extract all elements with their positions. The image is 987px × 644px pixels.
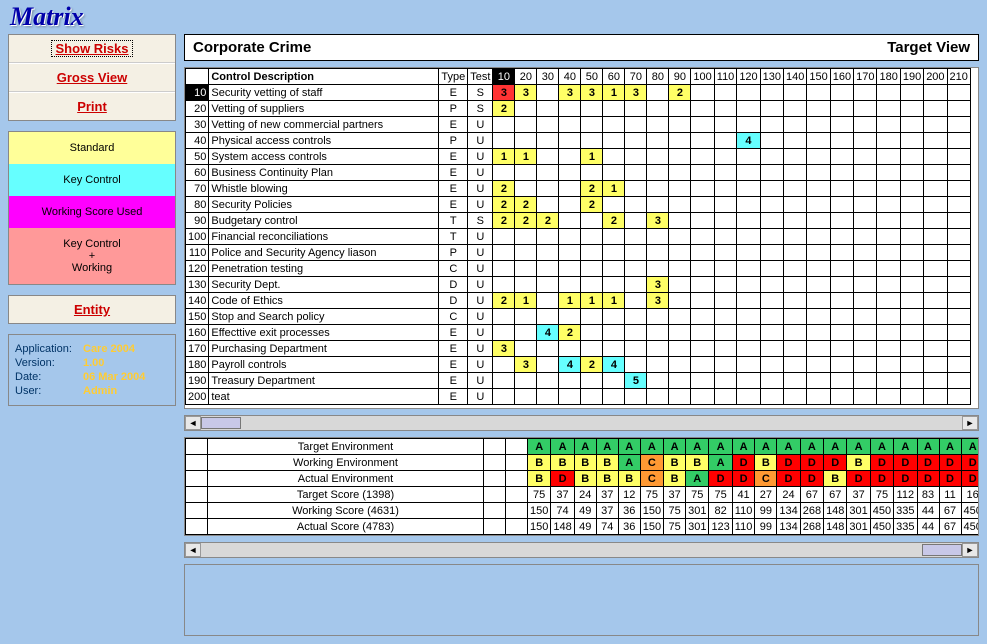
legend-working: Working Score Used xyxy=(9,196,175,228)
summary-row: Target Score (1398)753724371275377575412… xyxy=(186,487,980,503)
app-title: Matrix xyxy=(0,0,987,34)
table-row[interactable]: 180Payroll controlsEU3424 xyxy=(186,357,971,373)
scroll-left-icon[interactable]: ◄ xyxy=(185,416,201,430)
info-app-label: Application: xyxy=(15,343,77,355)
detail-area xyxy=(184,564,979,636)
main-area: Corporate Crime Target View Control Desc… xyxy=(184,34,979,636)
table-row[interactable]: 200teatEU xyxy=(186,389,971,405)
table-row[interactable]: 40Physical access controlsPU4 xyxy=(186,133,971,149)
table-row[interactable]: 130Security Dept.DU3 xyxy=(186,277,971,293)
legend-standard: Standard xyxy=(9,132,175,164)
table-row[interactable]: 150Stop and Search policyCU xyxy=(186,309,971,325)
scroll-right-icon[interactable]: ► xyxy=(962,416,978,430)
scroll-right-icon[interactable]: ► xyxy=(962,543,978,557)
table-row[interactable]: 30Vetting of new commercial partnersEU xyxy=(186,117,971,133)
info-ver-label: Version: xyxy=(15,357,77,369)
entity-button[interactable]: Entity xyxy=(9,296,175,323)
table-row[interactable]: 10Security vetting of staffES3333132 xyxy=(186,85,971,101)
info-user: Admin xyxy=(83,385,117,397)
table-row[interactable]: 70Whistle blowingEU221 xyxy=(186,181,971,197)
scroll-thumb[interactable] xyxy=(922,544,962,556)
grid-hscroll[interactable]: ◄ ► xyxy=(184,415,979,431)
info-user-label: User: xyxy=(15,385,77,397)
info-ver: 1.00 xyxy=(83,357,104,369)
header-right: Target View xyxy=(887,39,970,56)
summary-row: Working Score (4631)15074493736150753018… xyxy=(186,503,980,519)
info-date: 06 Mar 2004 xyxy=(83,371,145,383)
scroll-thumb[interactable] xyxy=(201,417,241,429)
table-row[interactable]: 170Purchasing DepartmentEU3 xyxy=(186,341,971,357)
table-row[interactable]: 190Treasury DepartmentEU5 xyxy=(186,373,971,389)
summary-hscroll[interactable]: ◄ ► xyxy=(184,542,979,558)
table-row[interactable]: 90Budgetary controlTS22223 xyxy=(186,213,971,229)
summary-row: Working EnvironmentBBBBACBBADBDDDBDDDDDD xyxy=(186,455,980,471)
matrix-grid[interactable]: Control DescriptionTypeTest1020304050607… xyxy=(184,67,979,409)
table-row[interactable]: 140Code of EthicsDU211113 xyxy=(186,293,971,309)
summary-grid[interactable]: Target EnvironmentAAAAAAAAAAAAAAAAAAAAAW… xyxy=(184,437,979,536)
table-row[interactable]: 120Penetration testingCU xyxy=(186,261,971,277)
table-row[interactable]: 20Vetting of suppliersPS2 xyxy=(186,101,971,117)
table-row[interactable]: 160Effecttive exit processesEU42 xyxy=(186,325,971,341)
legend-panel: Standard Key Control Working Score Used … xyxy=(8,131,176,285)
table-row[interactable]: 80Security PoliciesEU222 xyxy=(186,197,971,213)
legend-combo: Key Control + Working xyxy=(9,228,175,284)
action-panel: Show Risks Gross View Print xyxy=(8,34,176,121)
table-row[interactable]: 50System access controlsEU111 xyxy=(186,149,971,165)
summary-row: Target EnvironmentAAAAAAAAAAAAAAAAAAAAA xyxy=(186,439,980,455)
header-strip: Corporate Crime Target View xyxy=(184,34,979,61)
scroll-left-icon[interactable]: ◄ xyxy=(185,543,201,557)
gross-view-button[interactable]: Gross View xyxy=(9,63,175,92)
info-panel: Application: Care 2004 Version: 1.00 Date:… xyxy=(8,334,176,406)
table-row[interactable]: 60Business Continuity PlanEU xyxy=(186,165,971,181)
table-row[interactable]: 110Police and Security Agency liasonPU xyxy=(186,245,971,261)
summary-row: Actual Score (4783)150148497436150753011… xyxy=(186,519,980,535)
legend-key: Key Control xyxy=(9,164,175,196)
info-date-label: Date: xyxy=(15,371,77,383)
entity-panel: Entity xyxy=(8,295,176,324)
table-row[interactable]: 100Financial reconciliationsTU xyxy=(186,229,971,245)
show-risks-button[interactable]: Show Risks xyxy=(9,35,175,63)
header-left: Corporate Crime xyxy=(193,39,311,56)
info-app: Care 2004 xyxy=(83,343,135,355)
sidebar: Show Risks Gross View Print Standard Key… xyxy=(8,34,176,636)
summary-row: Actual EnvironmentBDBBBCBADDCDDBDDDDDDD xyxy=(186,471,980,487)
print-button[interactable]: Print xyxy=(9,92,175,120)
